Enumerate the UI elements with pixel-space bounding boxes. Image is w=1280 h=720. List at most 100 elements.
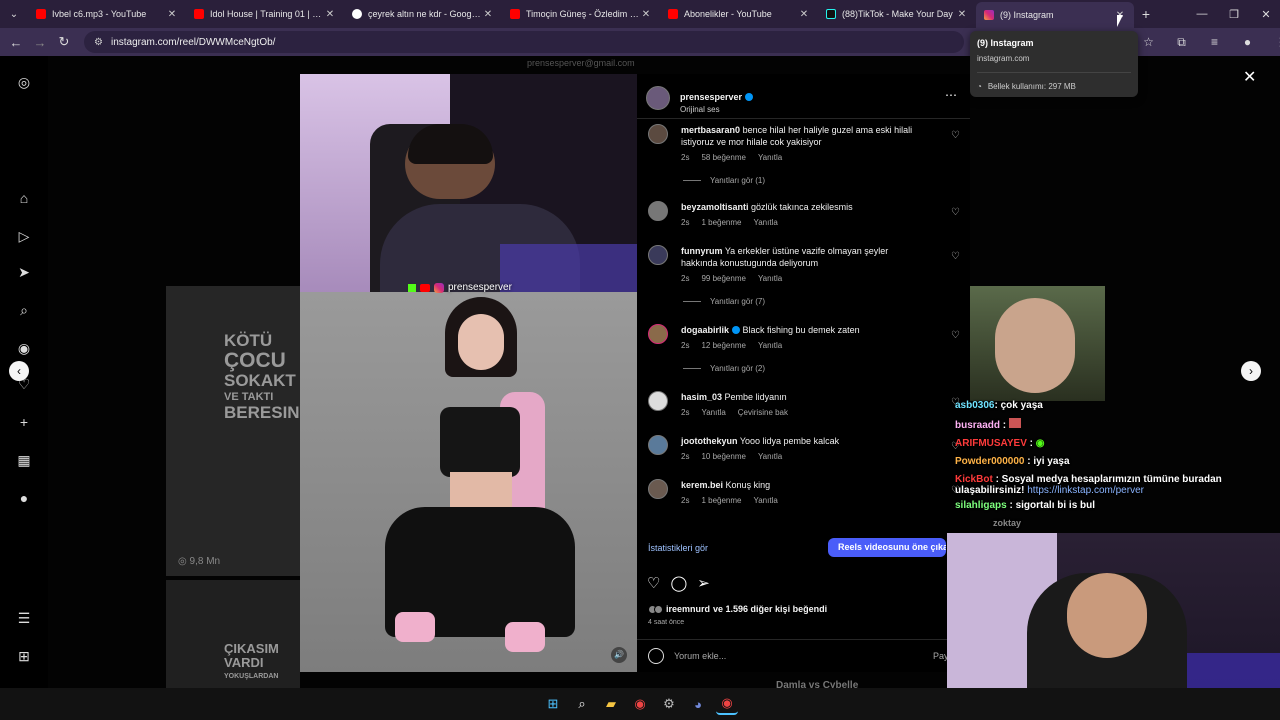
browser-tab-7[interactable]: (9) Instagram ✕ <box>976 2 1134 28</box>
browser-tab-1[interactable]: Ivbel c6.mp3 - YouTube ✕ <box>28 0 186 28</box>
comment-list[interactable]: mertbasaran0 bence hilal her haliyle guz… <box>637 119 970 527</box>
instagram-logo-icon[interactable]: ◎ <box>14 72 34 92</box>
new-tab-button[interactable]: + <box>1134 6 1158 22</box>
site-info-icon[interactable]: ⚙ <box>94 37 103 48</box>
settings-app-icon[interactable]: ⚙ <box>658 693 680 715</box>
like-heart-icon[interactable]: ♡ <box>951 251 960 262</box>
close-icon[interactable]: ✕ <box>956 9 968 20</box>
audio-label[interactable]: Orijinal ses <box>680 105 753 114</box>
next-reel-button[interactable]: › <box>1241 361 1261 381</box>
reply-button[interactable]: Yanıtla <box>758 452 782 461</box>
reply-button[interactable]: Yanıtla <box>701 408 725 417</box>
messages-icon[interactable]: ➤ <box>14 262 34 282</box>
likes-count[interactable]: ve 1.596 diğer kişi beğendi <box>713 604 827 614</box>
explore-icon[interactable]: ◉ <box>14 338 34 358</box>
close-modal-icon[interactable]: ✕ <box>1243 67 1256 87</box>
commenter-name[interactable]: beyzamoltisanti <box>681 202 749 212</box>
close-icon[interactable]: ✕ <box>482 9 494 20</box>
close-icon[interactable]: ✕ <box>166 9 178 20</box>
reply-button[interactable]: Yanıtla <box>758 274 782 283</box>
commenter-avatar[interactable] <box>648 201 668 221</box>
commenter-avatar[interactable] <box>648 124 668 144</box>
comment-icon[interactable]: ◯ <box>670 574 687 592</box>
commenter-avatar[interactable] <box>648 324 668 344</box>
browser-tab-5[interactable]: Abonelikler - YouTube ✕ <box>660 0 818 28</box>
view-replies-button[interactable]: Yanıtları gör (1) <box>683 176 765 185</box>
commenter-avatar[interactable] <box>648 479 668 499</box>
commenter-name[interactable]: hasim_03 <box>681 392 722 402</box>
extensions-icon[interactable]: ⧉ <box>1165 35 1198 50</box>
previous-reel-button[interactable]: ‹ <box>9 361 29 381</box>
share-icon[interactable]: ➢ <box>697 574 710 592</box>
close-icon[interactable]: ✕ <box>640 9 652 20</box>
windows-start-icon[interactable]: ⊞ <box>542 693 564 715</box>
comment-likes[interactable]: 12 beğenme <box>701 341 745 350</box>
emoji-icon[interactable] <box>648 648 664 664</box>
view-replies-button[interactable]: Yanıtları gör (7) <box>683 297 765 306</box>
reply-button[interactable]: Yanıtla <box>753 218 777 227</box>
author-avatar[interactable] <box>646 86 670 110</box>
see-translation-button[interactable]: Çevirisine bak <box>738 408 788 417</box>
profile-icon[interactable]: ● <box>14 488 34 508</box>
search-icon[interactable]: ⌕ <box>14 300 34 320</box>
browser-tab-4[interactable]: Timoçin Güneş - Özledim (Offi ✕ <box>502 0 660 28</box>
comment-likes[interactable]: 10 beğenme <box>701 452 745 461</box>
like-icon[interactable]: ♡ <box>647 574 660 592</box>
view-replies-button[interactable]: Yanıtları gör (2) <box>683 364 765 373</box>
commenter-name[interactable]: funnyrum <box>681 246 723 256</box>
forward-icon[interactable]: → <box>28 35 52 50</box>
likes-summary[interactable]: ireemnurd ve 1.596 diğer kişi beğendi <box>648 604 827 614</box>
like-heart-icon[interactable]: ♡ <box>951 130 960 141</box>
file-explorer-icon[interactable]: ▰ <box>600 693 622 715</box>
more-options-icon[interactable]: ⋯ <box>945 88 957 102</box>
reply-button[interactable]: Yanıtla <box>753 496 777 505</box>
close-window-icon[interactable]: ✕ <box>1250 8 1280 21</box>
close-icon[interactable]: ✕ <box>798 9 810 20</box>
chrome-icon[interactable]: ◉ <box>629 693 651 715</box>
media-icon[interactable]: ≡ <box>1198 35 1231 49</box>
comment-likes[interactable]: 58 beğenme <box>701 153 745 162</box>
comment-input[interactable]: Yorum ekle... <box>674 651 726 661</box>
search-icon[interactable]: ⌕ <box>571 693 593 715</box>
comment-likes[interactable]: 1 beğenme <box>701 496 741 505</box>
mute-icon[interactable]: 🔊 <box>611 647 627 663</box>
chat-link[interactable]: https://linkstap.com/perver <box>1027 485 1144 496</box>
menu-icon[interactable]: ⋮ <box>1264 35 1280 49</box>
like-heart-icon[interactable]: ♡ <box>951 330 960 341</box>
author-name[interactable]: prensesperver <box>680 92 742 102</box>
meta-icon[interactable]: ⊞ <box>14 646 34 666</box>
more-menu-icon[interactable]: ☰ <box>14 608 34 628</box>
close-icon[interactable]: ✕ <box>324 9 336 20</box>
reels-icon[interactable]: ▷ <box>14 226 34 246</box>
browser-tab-3[interactable]: çeyrek altın ne kdr - Google'da ✕ <box>344 0 502 28</box>
commenter-name[interactable]: jootothekyun <box>681 436 738 446</box>
reel-video[interactable]: prensesperver <box>300 74 637 672</box>
browser-tab-6[interactable]: (88)TikTok - Make Your Day ✕ <box>818 0 976 28</box>
insights-link[interactable]: İstatistikleri gör <box>648 543 708 553</box>
reload-icon[interactable]: ↻ <box>52 34 76 50</box>
browser-tab-2[interactable]: Idol House | Training 01 | Dans ✕ <box>186 0 344 28</box>
create-icon[interactable]: + <box>14 412 34 432</box>
liker-name[interactable]: ireemnurd <box>666 604 710 614</box>
commenter-name[interactable]: dogaabirlik <box>681 325 729 335</box>
address-bar[interactable]: ⚙ instagram.com/reel/DWWMceNgtOb/ <box>84 31 964 53</box>
minimize-icon[interactable]: — <box>1186 8 1218 20</box>
comment-likes[interactable]: 99 beğenme <box>701 274 745 283</box>
commenter-avatar[interactable] <box>648 435 668 455</box>
chrome-active-icon[interactable]: ◉ <box>716 693 738 715</box>
boost-reel-button[interactable]: Reels videosunu öne çıkar <box>828 538 946 557</box>
profile-avatar[interactable]: ● <box>1231 35 1264 49</box>
like-heart-icon[interactable]: ♡ <box>951 207 960 218</box>
commenter-name[interactable]: mertbasaran0 <box>681 125 740 135</box>
tab-search-button[interactable]: ⌄ <box>0 0 28 28</box>
commenter-avatar[interactable] <box>648 391 668 411</box>
reply-button[interactable]: Yanıtla <box>758 341 782 350</box>
commenter-name[interactable]: kerem.bei <box>681 480 723 490</box>
commenter-avatar[interactable] <box>648 245 668 265</box>
reply-button[interactable]: Yanıtla <box>758 153 782 162</box>
home-icon[interactable]: ⌂ <box>14 188 34 208</box>
back-icon[interactable]: ← <box>4 35 28 50</box>
discord-icon[interactable]: ◕ <box>687 693 709 715</box>
comment-likes[interactable]: 1 beğenme <box>701 218 741 227</box>
dashboard-icon[interactable]: ▦ <box>14 450 34 470</box>
